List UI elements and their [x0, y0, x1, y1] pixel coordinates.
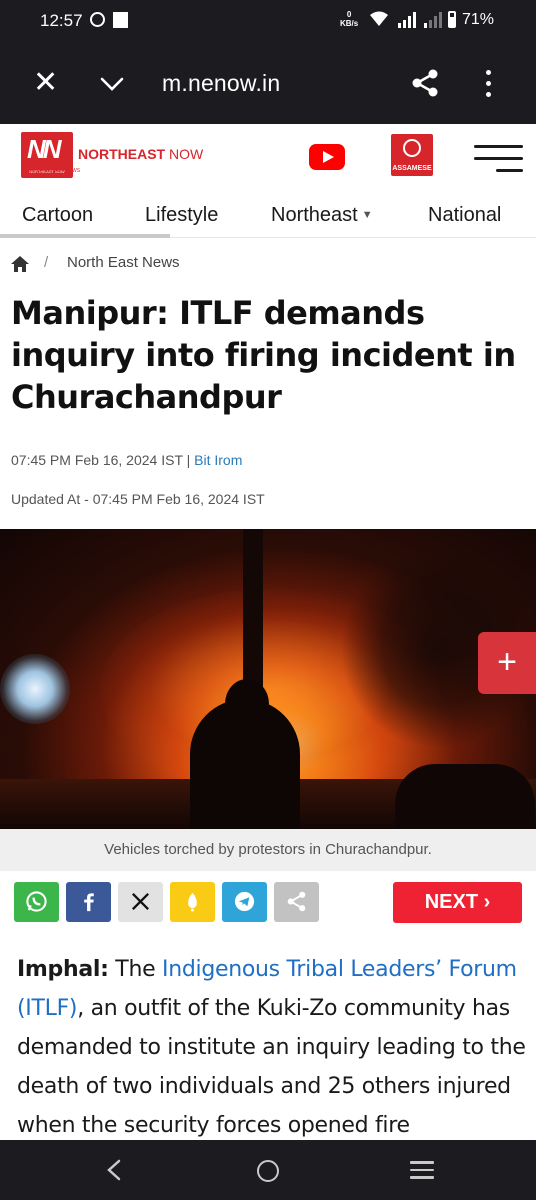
site-header: NN NORTHEAST NOW OUR LAND, OUR NEWS NORT…: [0, 124, 536, 190]
recent-apps-icon[interactable]: [410, 1161, 434, 1179]
home-button-icon[interactable]: [257, 1160, 279, 1182]
x-icon: [132, 893, 149, 910]
share-icon: [287, 891, 306, 912]
close-icon[interactable]: ✕: [33, 68, 58, 98]
person-head-silhouette: [225, 679, 269, 729]
chevron-right-icon: ›: [483, 891, 491, 913]
next-article-button[interactable]: NEXT ›: [393, 882, 522, 923]
breadcrumb-separator: /: [44, 254, 49, 271]
article-title: Manipur: ITLF demands inquiry into firin…: [11, 294, 516, 416]
logo-tagline: OUR LAND, OUR NEWS: [24, 168, 81, 174]
network-speed: 0 KB/s: [340, 10, 359, 28]
telegram-share-button[interactable]: [222, 882, 267, 922]
dropdown-caret-icon: ▼: [361, 209, 373, 221]
article-body: Imphal: The Indigenous Tribal Leaders’ F…: [17, 957, 526, 1138]
logo-mark: NN: [27, 134, 62, 164]
globe-icon: [403, 139, 421, 157]
author-link[interactable]: Bit Irom: [194, 452, 242, 468]
nav-item-northeast[interactable]: Northeast ▼: [271, 204, 373, 227]
koo-icon: [188, 892, 197, 912]
add-button[interactable]: +: [478, 632, 536, 694]
dateline: Imphal:: [17, 957, 109, 982]
whatsapp-share-button[interactable]: [14, 882, 59, 922]
facebook-share-button[interactable]: [66, 882, 111, 922]
menu-icon[interactable]: [474, 143, 523, 175]
more-share-button[interactable]: [274, 882, 319, 922]
nav-scroll-indicator: [0, 234, 170, 238]
crowd-silhouette: [395, 764, 535, 829]
home-icon[interactable]: [10, 255, 30, 273]
image-caption: Vehicles torched by protestors in Churac…: [0, 829, 536, 871]
street-light: [0, 654, 70, 724]
telegram-icon: [234, 891, 255, 912]
x-share-button[interactable]: [118, 882, 163, 922]
share-icon[interactable]: [410, 68, 440, 98]
status-time: 12:57: [40, 11, 83, 30]
back-icon[interactable]: [105, 1159, 123, 1181]
whatsapp-icon: [26, 891, 47, 912]
article-published: 07:45 PM Feb 16, 2024 IST | Bit Irom: [11, 452, 243, 468]
article-hero-image[interactable]: [0, 529, 536, 829]
url-bar[interactable]: m.nenow.in: [162, 70, 280, 97]
status-bar: 12:57 0 KB/s 71%: [0, 0, 536, 44]
article-updated: Updated At - 07:45 PM Feb 16, 2024 IST: [11, 491, 265, 507]
youtube-icon[interactable]: [309, 144, 345, 170]
system-nav-bar: [0, 1140, 536, 1200]
koo-share-button[interactable]: [170, 882, 215, 922]
assamese-edition-button[interactable]: ASSAMESE: [391, 134, 433, 176]
more-options-icon[interactable]: [486, 70, 496, 98]
breadcrumb-section[interactable]: North East News: [67, 254, 180, 271]
notification-icon: [113, 12, 128, 28]
assamese-label: ASSAMESE: [392, 165, 432, 172]
signal-secondary-icon: [424, 12, 442, 28]
battery-percent: 71%: [462, 11, 495, 28]
category-nav: Cartoon Lifestyle Northeast ▼ National: [0, 192, 536, 238]
chevron-down-icon[interactable]: [100, 72, 124, 96]
nav-item-lifestyle[interactable]: Lifestyle: [145, 204, 218, 227]
signal-icon: [398, 12, 416, 28]
battery-icon: [448, 11, 456, 28]
facebook-icon: [84, 893, 94, 912]
browser-toolbar: ✕ m.nenow.in: [0, 44, 536, 124]
nav-item-cartoon[interactable]: Cartoon: [22, 204, 93, 227]
whatsapp-notification-icon: [90, 12, 105, 27]
nav-item-national[interactable]: National: [428, 204, 501, 227]
site-brand-name[interactable]: NORTHEAST NOW: [78, 146, 203, 162]
wifi-icon: [370, 11, 388, 26]
